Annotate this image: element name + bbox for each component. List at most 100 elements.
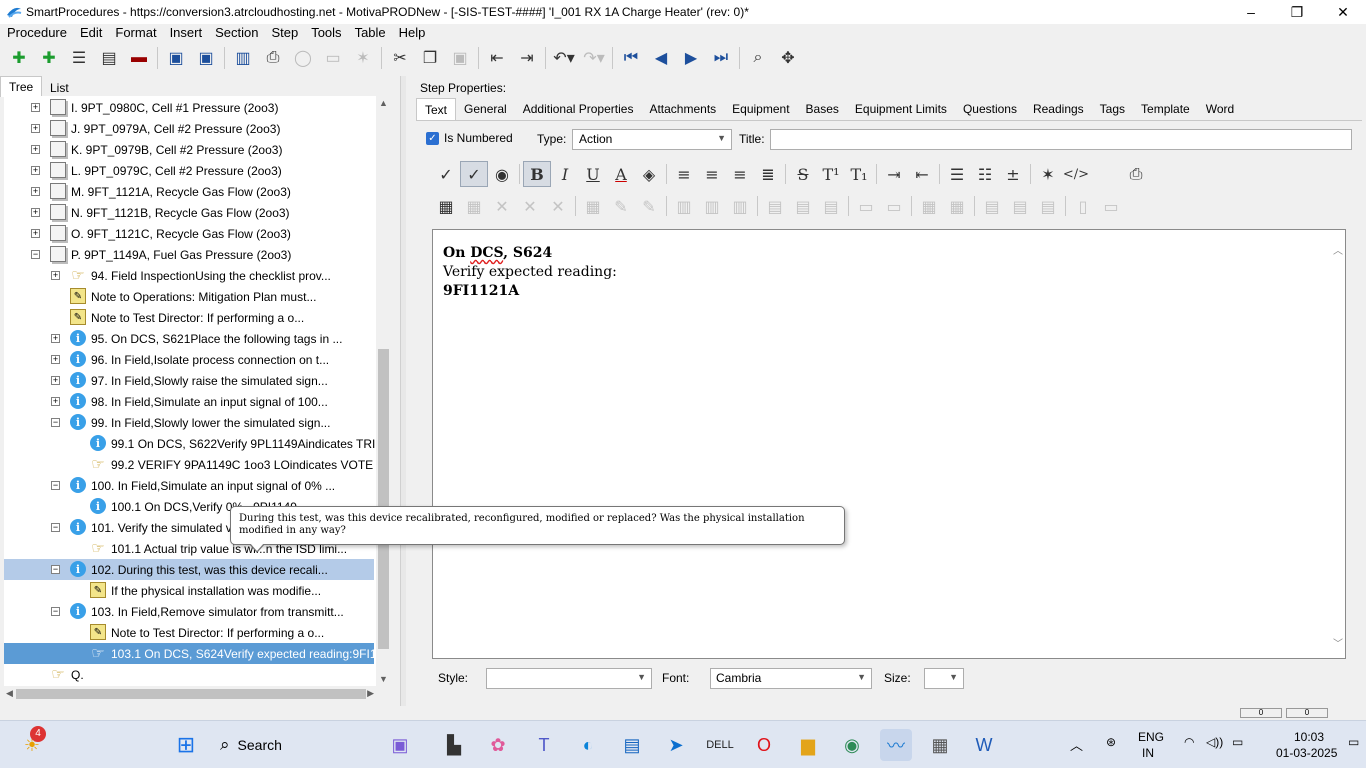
- tree-node[interactable]: + I. 9PT_0980C, Cell #1 Pressure (2oo3): [4, 97, 376, 118]
- italic-icon[interactable]: I: [551, 161, 579, 187]
- refresh-icon[interactable]: ◯: [288, 44, 318, 72]
- tree-node[interactable]: + N. 9FT_1121B, Recycle Gas Flow (2oo3): [4, 202, 376, 223]
- expand-icon[interactable]: +: [51, 355, 60, 364]
- dell-icon[interactable]: DELL: [704, 729, 736, 761]
- scroll-down-icon[interactable]: ▼: [379, 674, 388, 684]
- save-all-icon[interactable]: ▣: [161, 44, 191, 72]
- menu-step[interactable]: Step: [264, 24, 304, 42]
- align-left-icon[interactable]: ≡: [670, 161, 698, 187]
- expand-icon[interactable]: +: [51, 334, 60, 343]
- tree-node[interactable]: − i 99. In Field,Slowly lower the simula…: [4, 412, 376, 433]
- folder-icon[interactable]: ▆: [792, 729, 824, 761]
- tree-node[interactable]: ✎ Note to Test Director: If performing a…: [4, 622, 376, 643]
- edge-icon[interactable]: ◐: [572, 729, 604, 761]
- scroll-up-icon[interactable]: ▲: [379, 98, 388, 108]
- outdent-icon[interactable]: ⇤: [482, 44, 512, 72]
- font-select[interactable]: Cambria ▼: [710, 668, 872, 689]
- expand-icon[interactable]: +: [31, 103, 40, 112]
- table-props-icon[interactable]: ▦: [460, 193, 488, 219]
- tree-node-selected[interactable]: − i 102. During this test, was this devi…: [4, 559, 374, 580]
- add-icon[interactable]: ✚: [4, 44, 34, 72]
- send-icon[interactable]: ➤: [660, 729, 692, 761]
- wifi-icon[interactable]: ◠: [1184, 735, 1194, 749]
- redo-icon[interactable]: ↷▾: [579, 44, 609, 72]
- chevron-down-icon[interactable]: ﹀: [1333, 635, 1343, 650]
- type-select[interactable]: Action ▼: [572, 129, 732, 150]
- add-child-icon[interactable]: ✚: [34, 44, 64, 72]
- indent-icon[interactable]: ⇥: [880, 161, 908, 187]
- tab-questions[interactable]: Questions: [955, 98, 1025, 120]
- print-icon[interactable]: ⎙: [1122, 161, 1150, 187]
- tab-attachments[interactable]: Attachments: [641, 98, 724, 120]
- tab-bases[interactable]: Bases: [798, 98, 847, 120]
- tab-additional-properties[interactable]: Additional Properties: [515, 98, 642, 120]
- app-icon[interactable]: ▦: [924, 729, 956, 761]
- expand-icon[interactable]: +: [31, 166, 40, 175]
- file-explorer-dark-icon[interactable]: ▙: [438, 729, 470, 761]
- find-icon[interactable]: ⌕: [743, 44, 773, 72]
- last-icon[interactable]: ⏭: [706, 44, 736, 72]
- spellcheck-icon[interactable]: ✓: [432, 161, 460, 187]
- publish-icon[interactable]: ▥: [228, 44, 258, 72]
- spellcheck-auto-icon[interactable]: ✓: [460, 161, 488, 187]
- justify-icon[interactable]: ≣: [754, 161, 782, 187]
- insert-col-left-icon[interactable]: ▥: [670, 193, 698, 219]
- valign-middle-icon[interactable]: ▤: [1006, 193, 1034, 219]
- delete-col-icon[interactable]: ▥: [726, 193, 754, 219]
- tree-node[interactable]: + M. 9FT_1121A, Recycle Gas Flow (2oo3): [4, 181, 376, 202]
- print-icon[interactable]: ⎙: [258, 44, 288, 72]
- column-width-icon[interactable]: ▯: [1069, 193, 1097, 219]
- theme-icon[interactable]: ◉: [488, 161, 516, 187]
- tree-node[interactable]: − i 103. In Field,Remove simulator from …: [4, 601, 376, 622]
- numbered-list-icon[interactable]: ☷: [971, 161, 999, 187]
- tree-node[interactable]: + O. 9FT_1121C, Recycle Gas Flow (2oo3): [4, 223, 376, 244]
- scroll-thumb[interactable]: [16, 689, 366, 699]
- table-delete-icon[interactable]: ✕: [488, 193, 516, 219]
- first-icon[interactable]: ⏮: [616, 44, 646, 72]
- next-icon[interactable]: ▶: [676, 44, 706, 72]
- cell-pencil-icon[interactable]: ✎: [635, 193, 663, 219]
- scroll-thumb[interactable]: [378, 349, 389, 649]
- merge-cells-icon[interactable]: ▭: [852, 193, 880, 219]
- chevron-up-icon[interactable]: ︿: [1333, 242, 1343, 257]
- outdent-icon[interactable]: ⇤: [908, 161, 936, 187]
- tree-node[interactable]: + ☞ 94. Field InspectionUsing the checkl…: [4, 265, 376, 286]
- tree-node[interactable]: + i 97. In Field,Slowly raise the simula…: [4, 370, 376, 391]
- scroll-right-icon[interactable]: ▶: [367, 688, 374, 699]
- table-delete-row-icon[interactable]: ✕: [516, 193, 544, 219]
- tab-list[interactable]: List: [42, 78, 77, 98]
- tree-node[interactable]: i 99.1 On DCS, S622Verify 9PL1149Aindica…: [4, 433, 376, 454]
- expand-icon[interactable]: +: [31, 187, 40, 196]
- collapse-icon[interactable]: −: [51, 418, 60, 427]
- collapse-icon[interactable]: −: [51, 481, 60, 490]
- style-select[interactable]: ▼: [486, 668, 652, 689]
- indent-icon[interactable]: ⇥: [512, 44, 542, 72]
- delete-icon[interactable]: ▬: [124, 44, 154, 72]
- insert-row-above-icon[interactable]: ▤: [761, 193, 789, 219]
- chrome-icon[interactable]: ◉: [836, 729, 868, 761]
- title-input[interactable]: [770, 129, 1352, 150]
- table-delete-col-icon[interactable]: ✕: [544, 193, 572, 219]
- copy-icon[interactable]: ❐: [415, 44, 445, 72]
- tab-tree[interactable]: Tree: [0, 76, 43, 97]
- tab-word[interactable]: Word: [1198, 98, 1242, 120]
- tab-general[interactable]: General: [456, 98, 515, 120]
- highlight-icon[interactable]: ◈: [635, 161, 663, 187]
- store-icon[interactable]: ▤: [616, 729, 648, 761]
- bold-icon[interactable]: B: [523, 161, 551, 187]
- expand-icon[interactable]: +: [51, 271, 60, 280]
- tree-node[interactable]: ☞ Q.: [4, 664, 376, 685]
- split-cells-icon[interactable]: ▭: [880, 193, 908, 219]
- maximize-button[interactable]: ❐: [1274, 0, 1320, 24]
- valign-bottom-icon[interactable]: ▤: [1034, 193, 1062, 219]
- editor-scrollbar[interactable]: ︿ ﹀: [1331, 230, 1345, 658]
- insert-table-icon[interactable]: ▦: [432, 193, 460, 219]
- language-line-2[interactable]: IN: [1142, 746, 1154, 760]
- wand-icon[interactable]: ✶: [348, 44, 378, 72]
- expand-icon[interactable]: +: [51, 397, 60, 406]
- align-right-icon[interactable]: ≡: [726, 161, 754, 187]
- minimize-button[interactable]: –: [1228, 0, 1274, 24]
- menu-section[interactable]: Section: [208, 24, 264, 42]
- tree-node[interactable]: + i 98. In Field,Simulate an input signa…: [4, 391, 376, 412]
- menu-help[interactable]: Help: [392, 24, 432, 42]
